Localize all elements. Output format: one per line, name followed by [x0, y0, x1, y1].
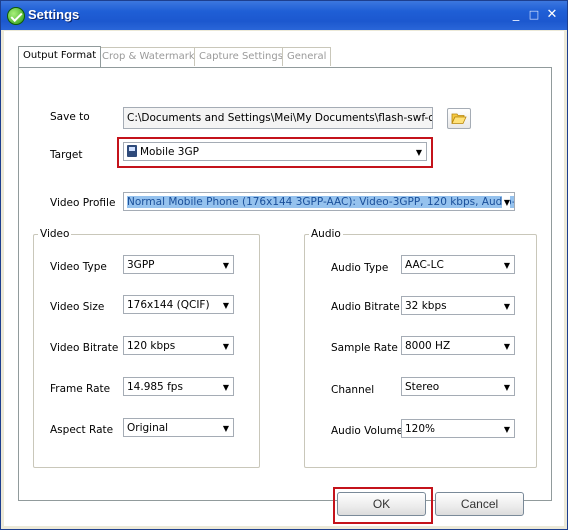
- video-type-value: 3GPP: [127, 259, 155, 271]
- video-profile-select[interactable]: Normal Mobile Phone (176x144 3GPP-AAC): …: [123, 192, 515, 211]
- sample-rate-label: Sample Rate: [331, 342, 398, 354]
- video-profile-label: Video Profile: [50, 197, 116, 209]
- tab-capture-settings[interactable]: Capture Settings: [194, 47, 288, 66]
- video-bitrate-select[interactable]: 120 kbps ▼: [123, 336, 234, 355]
- cancel-button[interactable]: Cancel: [435, 492, 524, 516]
- close-button[interactable]: ✕: [545, 8, 559, 22]
- audio-group-title: Audio: [309, 228, 343, 240]
- sample-rate-value: 8000 HZ: [405, 340, 451, 352]
- settings-window: Settings _ □ ✕ Output Format Crop & Wate…: [0, 0, 568, 530]
- maximize-button[interactable]: □: [527, 8, 541, 22]
- audio-volume-select[interactable]: 120% ▼: [401, 419, 515, 438]
- output-format-panel: Save to C:\Documents and Settings\Mei\My…: [18, 67, 552, 501]
- open-folder-icon: [451, 113, 467, 124]
- ok-button[interactable]: OK: [337, 492, 426, 516]
- aspect-rate-value: Original: [127, 422, 169, 434]
- video-bitrate-label: Video Bitrate: [50, 342, 119, 354]
- chevron-down-icon: ▼: [501, 193, 510, 210]
- tab-output-format[interactable]: Output Format: [18, 46, 102, 67]
- chevron-down-icon: ▼: [222, 261, 229, 270]
- save-to-field[interactable]: C:\Documents and Settings\Mei\My Documen…: [123, 107, 433, 129]
- channel-label: Channel: [331, 384, 375, 396]
- chevron-down-icon: ▼: [222, 301, 229, 310]
- video-group: Video Video Type 3GPP ▼ Video Size 176x1…: [33, 228, 260, 468]
- chevron-down-icon: ▼: [503, 383, 510, 392]
- phone-icon: [127, 145, 137, 157]
- audio-volume-label: Audio Volume: [331, 425, 404, 437]
- app-icon: [7, 7, 25, 25]
- chevron-down-icon: ▼: [503, 261, 510, 270]
- video-type-label: Video Type: [50, 261, 107, 273]
- audio-type-value: AAC-LC: [405, 259, 444, 271]
- video-bitrate-value: 120 kbps: [127, 340, 176, 352]
- audio-volume-value: 120%: [405, 423, 436, 435]
- chevron-down-icon: ▼: [222, 342, 229, 351]
- frame-rate-label: Frame Rate: [50, 383, 111, 395]
- tab-general[interactable]: General: [282, 47, 332, 66]
- channel-value: Stereo: [405, 381, 440, 393]
- window-title: Settings: [28, 7, 80, 22]
- video-type-select[interactable]: 3GPP ▼: [123, 255, 234, 274]
- chevron-down-icon: ▼: [503, 342, 510, 351]
- audio-bitrate-value: 32 kbps: [405, 300, 447, 312]
- minimize-button[interactable]: _: [509, 8, 523, 22]
- title-bar[interactable]: Settings _ □ ✕: [1, 1, 567, 30]
- video-profile-value: Normal Mobile Phone (176x144 3GPP-AAC): …: [127, 196, 514, 208]
- audio-bitrate-select[interactable]: 32 kbps ▼: [401, 296, 515, 315]
- tab-crop-watermark[interactable]: Crop & Watermark: [97, 47, 200, 66]
- aspect-rate-label: Aspect Rate: [50, 424, 114, 436]
- audio-bitrate-label: Audio Bitrate: [331, 301, 400, 313]
- target-label: Target: [50, 149, 83, 161]
- chevron-down-icon: ▼: [222, 383, 229, 392]
- sample-rate-select[interactable]: 8000 HZ ▼: [401, 336, 515, 355]
- audio-group: Audio Audio Type AAC-LC ▼ Audio Bitrate …: [304, 228, 537, 468]
- save-to-label: Save to: [50, 111, 90, 123]
- target-value: Mobile 3GP: [140, 146, 199, 158]
- browse-folder-button[interactable]: [447, 108, 471, 129]
- chevron-down-icon: ▼: [415, 148, 422, 157]
- frame-rate-value: 14.985 fps: [127, 381, 183, 393]
- target-select[interactable]: Mobile 3GP ▼: [123, 142, 427, 161]
- chevron-down-icon: ▼: [503, 425, 510, 434]
- video-group-title: Video: [38, 228, 72, 240]
- video-size-label: Video Size: [50, 301, 105, 313]
- audio-type-label: Audio Type: [331, 262, 389, 274]
- video-size-select[interactable]: 176x144 (QCIF) ▼: [123, 295, 234, 314]
- frame-rate-select[interactable]: 14.985 fps ▼: [123, 377, 234, 396]
- chevron-down-icon: ▼: [222, 424, 229, 433]
- aspect-rate-select[interactable]: Original ▼: [123, 418, 234, 437]
- channel-select[interactable]: Stereo ▼: [401, 377, 515, 396]
- audio-type-select[interactable]: AAC-LC ▼: [401, 255, 515, 274]
- chevron-down-icon: ▼: [503, 302, 510, 311]
- dialog-body: Output Format Crop & Watermark Capture S…: [4, 31, 564, 526]
- video-size-value: 176x144 (QCIF): [127, 299, 210, 311]
